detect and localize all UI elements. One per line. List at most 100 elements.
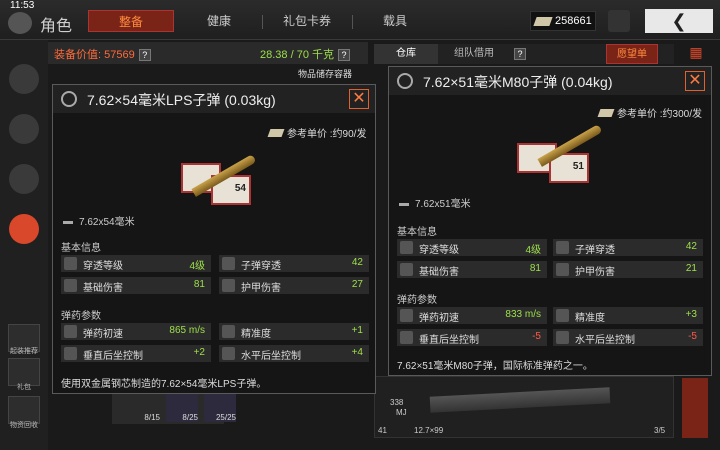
item-slot[interactable]: 25/25 xyxy=(204,392,236,422)
stat-value: +1 xyxy=(351,325,363,336)
stat-value: 42 xyxy=(685,241,697,252)
sidebar-label-recycle: 物资回收 xyxy=(10,422,38,429)
left-sidebar: 起装推荐 礼包 物资回收 xyxy=(0,40,48,450)
stat-muzzle-velocity: 弹药初速 865 m/s xyxy=(61,323,211,340)
ammo-box-image: 51 xyxy=(513,121,613,191)
equipment-value-bar: 装备价值: 57569? 28.38 / 70 千克? xyxy=(48,42,368,64)
help-icon[interactable]: ? xyxy=(138,49,151,61)
penetration-icon xyxy=(400,241,413,254)
helmet-icon[interactable] xyxy=(9,64,39,94)
stat-label: 弹药初速 xyxy=(83,329,123,340)
stat-label: 子弹穿透 xyxy=(575,245,615,256)
tab-gift-cards[interactable]: 礼包卡券 xyxy=(268,10,346,32)
stat-value: 42 xyxy=(351,257,363,268)
ammo-description: 使用双金属钢芯制造的7.62×54毫米LPS子弹。 xyxy=(61,379,267,390)
tooltip-header: 7.62×54毫米LPS子弹 (0.03kg) ✕ xyxy=(53,85,375,113)
stat-label: 子弹穿透 xyxy=(241,261,281,272)
tab-health[interactable]: 健康 xyxy=(180,10,258,32)
caliber-text: 7.62x51毫米 xyxy=(415,199,471,210)
vest-icon[interactable] xyxy=(9,164,39,194)
armor-damage-icon xyxy=(556,263,569,276)
stat-value: -5 xyxy=(532,331,541,342)
stat-penetration-level: 穿透等级 4级 xyxy=(397,239,547,256)
penetration-icon xyxy=(222,257,235,270)
wishlist-button[interactable]: 愿望单 xyxy=(606,44,658,64)
stat-label: 基础伤害 xyxy=(419,267,459,278)
help-icon[interactable]: ? xyxy=(338,49,350,61)
ammo-tooltip-m80: 7.62×51毫米M80子弹 (0.04kg) ✕ 参考单价 :约300/发 5… xyxy=(388,66,712,376)
stat-base-damage: 基础伤害 81 xyxy=(397,261,547,278)
stat-armor-damage: 护甲伤害 27 xyxy=(219,277,369,294)
armor-icon[interactable] xyxy=(9,114,39,144)
item-slot[interactable]: 8/15 xyxy=(128,392,160,422)
stat-horizontal-recoil: 水平后坐控制 +4 xyxy=(219,345,369,362)
side-action-button[interactable] xyxy=(682,378,708,438)
reference-price: 参考单价 :约300/发 xyxy=(597,105,702,120)
storage-label: 物品储存容器 xyxy=(298,69,353,79)
stat-vertical-recoil: 垂直后坐控制 +2 xyxy=(61,345,211,362)
grid-view-icon[interactable]: ▦ xyxy=(685,44,707,64)
item-slot[interactable]: 8/25 xyxy=(166,392,198,422)
ammo-description: 7.62×51毫米M80子弹，国际标准弹药之一。 xyxy=(397,361,593,372)
stat-horizontal-recoil: 水平后坐控制 -5 xyxy=(553,329,703,346)
bullet-icon xyxy=(399,202,409,206)
ammo-tooltip-lps: 7.62×54毫米LPS子弹 (0.03kg) ✕ 参考单价 :约90/发 54… xyxy=(52,84,376,394)
stat-value: 81 xyxy=(529,263,541,274)
velocity-icon xyxy=(400,309,413,322)
tab-team-borrow[interactable]: 组队借用 xyxy=(442,44,506,64)
cash-icon xyxy=(597,109,615,117)
stat-label: 穿透等级 xyxy=(83,261,123,272)
vertical-recoil-icon xyxy=(64,347,77,360)
section-ammo-params: 弹药参数 xyxy=(397,295,437,306)
stat-label: 精准度 xyxy=(241,329,271,340)
stat-base-damage: 基础伤害 81 xyxy=(61,277,211,294)
stat-bullet-penetration: 子弹穿透 42 xyxy=(219,255,369,272)
weapon-tag: MJ xyxy=(396,408,407,417)
stat-armor-damage: 护甲伤害 21 xyxy=(553,261,703,278)
ammo-icon xyxy=(61,91,77,107)
stat-label: 精准度 xyxy=(575,313,605,324)
stat-vertical-recoil: 垂直后坐控制 -5 xyxy=(397,329,547,346)
equipment-value: 装备价值: 57569? xyxy=(54,46,151,62)
help-icon[interactable]: ? xyxy=(514,48,526,60)
penetration-icon xyxy=(64,257,77,270)
backpack-icon[interactable] xyxy=(9,214,39,244)
damage-icon xyxy=(400,263,413,276)
stat-value: +2 xyxy=(193,347,205,358)
section-basic-info: 基本信息 xyxy=(397,227,437,238)
top-bar: 11:53 角色 整备 健康 礼包卡券 载具 258661 ❮ xyxy=(0,0,720,40)
tab-loadout[interactable]: 整备 xyxy=(88,10,174,32)
stat-value: 81 xyxy=(193,279,205,290)
stat-value: +4 xyxy=(351,347,363,358)
back-button[interactable]: ❮ xyxy=(645,9,713,33)
section-ammo-params: 弹药参数 xyxy=(61,311,101,322)
slot-count: 8/25 xyxy=(182,413,198,422)
damage-icon xyxy=(64,279,77,292)
horizontal-recoil-icon xyxy=(222,347,235,360)
tab-vehicles[interactable]: 载具 xyxy=(356,10,434,32)
tab-warehouse[interactable]: 仓库 xyxy=(374,44,438,64)
stat-bullet-penetration: 子弹穿透 42 xyxy=(553,239,703,256)
stat-value: 27 xyxy=(351,279,363,290)
reference-price-text: 参考单价 :约90/发 xyxy=(287,129,367,140)
slot-count: 8/15 xyxy=(144,413,160,422)
close-icon[interactable]: ✕ xyxy=(685,71,705,91)
penetration-icon xyxy=(556,241,569,254)
weapon-count: 41 xyxy=(378,426,387,435)
bullet-icon xyxy=(63,220,73,224)
tooltip-header: 7.62×51毫米M80子弹 (0.04kg) ✕ xyxy=(389,67,711,95)
close-icon[interactable]: ✕ xyxy=(349,89,369,109)
stat-label: 基础伤害 xyxy=(83,283,123,294)
stat-value: 4级 xyxy=(189,261,205,272)
tooltip-title: 7.62×51毫米M80子弹 (0.04kg) xyxy=(423,74,613,90)
stat-label: 护甲伤害 xyxy=(241,283,281,294)
crosshair-icon xyxy=(556,309,569,322)
sidebar-label-gift: 礼包 xyxy=(17,384,31,391)
stat-value: +3 xyxy=(685,309,697,320)
caliber-text: 7.62x54毫米 xyxy=(79,217,135,228)
profile-icon[interactable] xyxy=(608,10,630,32)
stat-value: 865 m/s xyxy=(169,325,205,336)
ammo-icon xyxy=(397,73,413,89)
reference-price: 参考单价 :约90/发 xyxy=(267,125,367,140)
section-basic-info: 基本信息 xyxy=(61,243,101,254)
